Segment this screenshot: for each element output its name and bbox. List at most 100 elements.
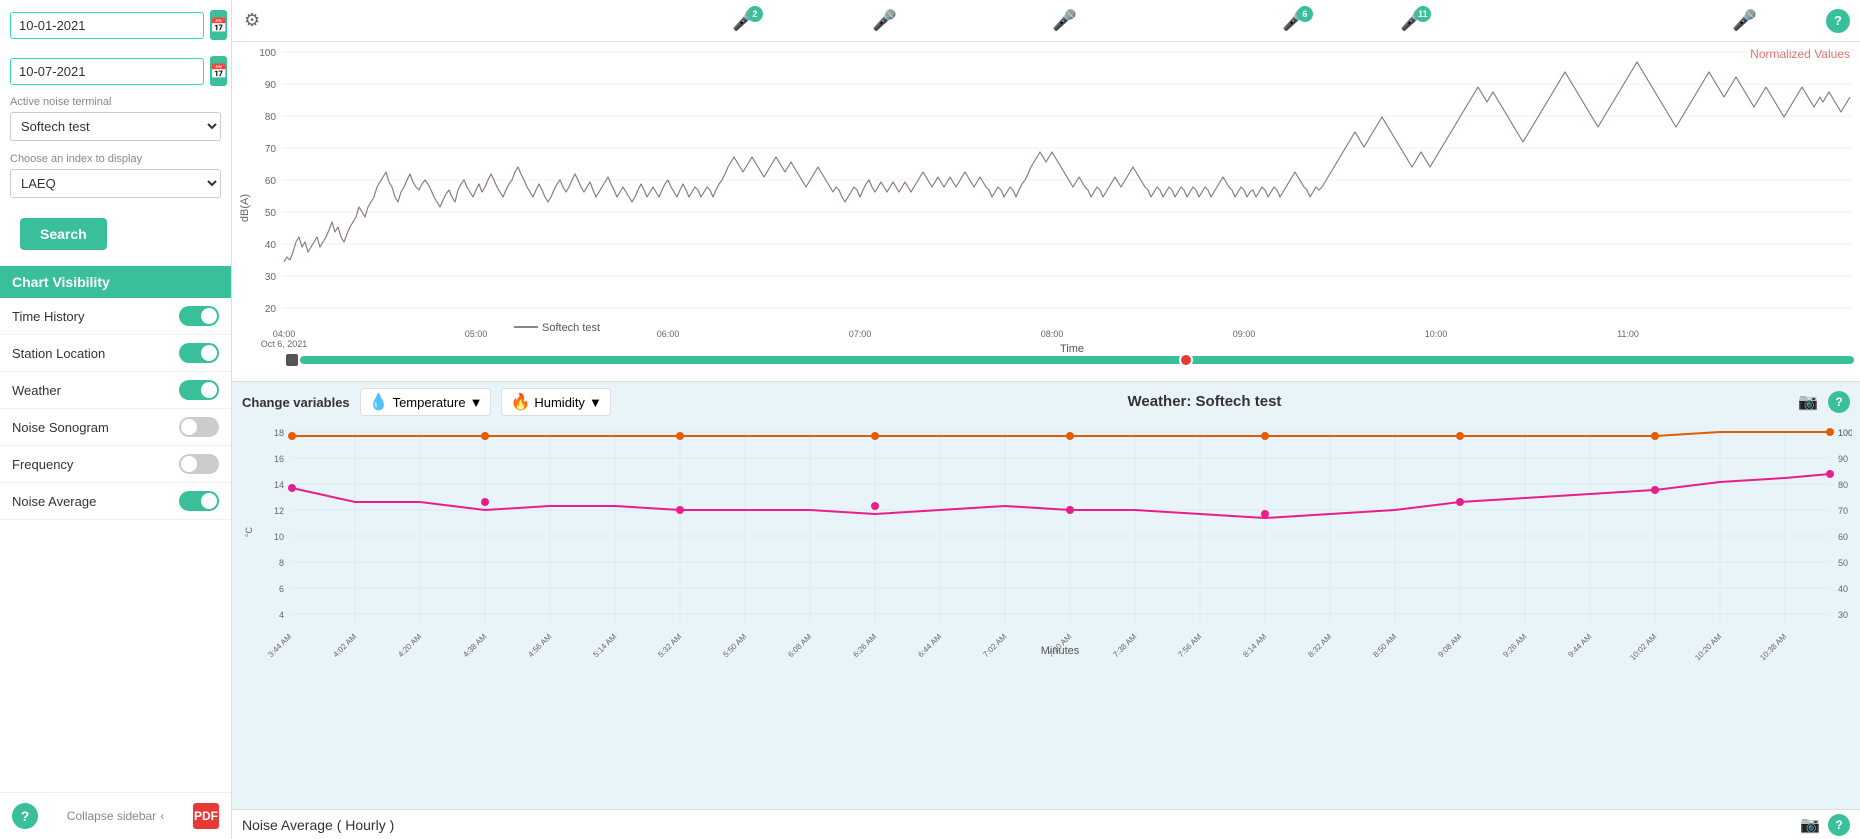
svg-text:80: 80 xyxy=(1838,480,1848,490)
svg-text:Oct 6, 2021: Oct 6, 2021 xyxy=(261,339,308,349)
date-end-input[interactable] xyxy=(10,58,204,85)
search-button[interactable]: Search xyxy=(20,218,107,250)
humidity-line xyxy=(292,432,1830,436)
time-history-section: Normalized Values dB(A) 100 90 80 70 60 xyxy=(232,42,1860,382)
mic-marker-4[interactable]: 🎤 6 xyxy=(1282,8,1307,33)
main-content: ⚙ 🎤 2 🎤 🎤 🎤 6 🎤 11 🎤 ? Norma xyxy=(232,0,1860,839)
range-handle-left[interactable] xyxy=(286,354,298,366)
toggle-row-weather: Weather xyxy=(0,372,231,409)
svg-text:7:38 AM: 7:38 AM xyxy=(1111,632,1138,659)
svg-text:50: 50 xyxy=(265,208,277,219)
mic-icon-2: 🎤 xyxy=(872,10,897,32)
weather-help-button[interactable]: ? xyxy=(1828,391,1850,413)
weather-title-container: Weather: Softech test xyxy=(621,393,1788,411)
toggle-time-history[interactable] xyxy=(179,306,219,326)
toggle-label-frequency: Frequency xyxy=(12,457,73,472)
svg-text:60: 60 xyxy=(1838,532,1848,542)
toggle-label-station-location: Station Location xyxy=(12,346,105,361)
svg-text:10:00: 10:00 xyxy=(1425,329,1448,339)
humidity-icon: 🔥 xyxy=(510,392,530,412)
svg-text:4:56 AM: 4:56 AM xyxy=(526,632,553,659)
svg-text:60: 60 xyxy=(265,176,277,187)
mic-marker-3[interactable]: 🎤 xyxy=(1052,8,1077,33)
mic-icon-4: 🎤 6 xyxy=(1282,10,1307,32)
weather-section: Change variables 💧 Temperature ▼ 🔥 Humid… xyxy=(232,382,1860,809)
legend-text: Softech test xyxy=(542,322,600,334)
date-end-calendar-btn[interactable]: 📅 xyxy=(210,56,227,86)
svg-text:7:02 AM: 7:02 AM xyxy=(981,632,1008,659)
toolbar-help-button[interactable]: ? xyxy=(1826,9,1850,33)
svg-text:6:26 AM: 6:26 AM xyxy=(851,632,878,659)
svg-text:20: 20 xyxy=(265,304,277,315)
y-axis: 100 90 80 70 60 50 40 30 20 xyxy=(259,48,1852,315)
x-axis: 04:00 Oct 6, 2021 05:00 06:00 07:00 08:0… xyxy=(261,329,1639,349)
mic-badge-1: 2 xyxy=(747,6,763,22)
toggle-row-noise-sonogram: Noise Sonogram xyxy=(0,409,231,446)
toggle-noise-average[interactable] xyxy=(179,491,219,511)
svg-text:7:56 AM: 7:56 AM xyxy=(1176,632,1203,659)
svg-text:16: 16 xyxy=(274,454,284,464)
weather-chart-area: 18 16 14 12 10 8 6 4 °C 100 90 80 70 60 … xyxy=(232,422,1860,809)
temperature-chevron-icon: ▼ xyxy=(470,395,483,410)
range-bar xyxy=(282,352,1860,368)
svg-text:10: 10 xyxy=(274,532,284,542)
svg-text:6: 6 xyxy=(279,584,284,594)
range-thumb[interactable] xyxy=(1179,353,1193,367)
mic-badge-5: 11 xyxy=(1415,6,1431,22)
temperature-line xyxy=(292,474,1830,518)
waveform-path xyxy=(284,62,1850,262)
pdf-button[interactable]: PDF xyxy=(193,803,219,829)
svg-text:6:44 AM: 6:44 AM xyxy=(916,632,943,659)
index-select[interactable]: LAEQ xyxy=(10,169,221,198)
active-terminal-select[interactable]: Softech test xyxy=(10,112,221,141)
mic-marker-6[interactable]: 🎤 xyxy=(1732,8,1757,33)
svg-text:90: 90 xyxy=(1838,454,1848,464)
toggle-row-noise-average: Noise Average xyxy=(0,483,231,520)
toggle-station-location[interactable] xyxy=(179,343,219,363)
time-label: Time xyxy=(1060,343,1084,352)
mic-marker-2[interactable]: 🎤 xyxy=(872,8,897,33)
toggle-row-station-location: Station Location xyxy=(0,335,231,372)
svg-text:6:08 AM: 6:08 AM xyxy=(786,632,813,659)
svg-text:3:44 AM: 3:44 AM xyxy=(266,632,293,659)
humidity-dropdown[interactable]: 🔥 Humidity ▼ xyxy=(501,388,610,416)
date-start-calendar-btn[interactable]: 📅 xyxy=(210,10,227,40)
svg-text:8:32 AM: 8:32 AM xyxy=(1306,632,1333,659)
mic-badge-4: 6 xyxy=(1297,6,1313,22)
index-label: Choose an index to display xyxy=(0,149,231,167)
weather-camera-button[interactable]: 📷 xyxy=(1798,392,1818,412)
svg-text:10:20 AM: 10:20 AM xyxy=(1693,632,1724,662)
humidity-label: Humidity xyxy=(534,395,585,410)
svg-text:09:00: 09:00 xyxy=(1233,329,1256,339)
weather-header: Change variables 💧 Temperature ▼ 🔥 Humid… xyxy=(232,382,1860,422)
toggle-frequency[interactable] xyxy=(179,454,219,474)
svg-text:40: 40 xyxy=(265,240,277,251)
toggle-noise-sonogram[interactable] xyxy=(179,417,219,437)
date-start-row: 📅 xyxy=(0,0,231,46)
collapse-sidebar-button[interactable]: Collapse sidebar ‹ xyxy=(67,809,164,823)
svg-text:10:38 AM: 10:38 AM xyxy=(1758,632,1789,662)
date-start-input[interactable] xyxy=(10,12,204,39)
svg-text:5:50 AM: 5:50 AM xyxy=(721,632,748,659)
svg-text:07:00: 07:00 xyxy=(849,329,872,339)
help-button[interactable]: ? xyxy=(12,803,38,829)
svg-text:30: 30 xyxy=(265,272,277,283)
top-toolbar: ⚙ 🎤 2 🎤 🎤 🎤 6 🎤 11 🎤 ? xyxy=(232,0,1860,42)
svg-text:30: 30 xyxy=(1838,610,1848,620)
noise-avg-help-button[interactable]: ? xyxy=(1828,814,1850,836)
mic-marker-5[interactable]: 🎤 11 xyxy=(1400,8,1425,33)
svg-text:06:00: 06:00 xyxy=(657,329,680,339)
date-end-row: 📅 xyxy=(0,46,231,92)
mic-marker-1[interactable]: 🎤 2 xyxy=(732,8,757,33)
noise-avg-camera-button[interactable]: 📷 xyxy=(1800,815,1820,835)
temperature-label: Temperature xyxy=(393,395,466,410)
temperature-dropdown[interactable]: 💧 Temperature ▼ xyxy=(360,388,492,416)
toggle-label-time-history: Time History xyxy=(12,309,84,324)
svg-text:12: 12 xyxy=(274,506,284,516)
svg-text:8:50 AM: 8:50 AM xyxy=(1371,632,1398,659)
toggle-weather[interactable] xyxy=(179,380,219,400)
gear-button[interactable]: ⚙ xyxy=(240,6,264,35)
svg-text:04:00: 04:00 xyxy=(273,329,296,339)
weather-x-label: Minutes xyxy=(1041,645,1080,657)
active-terminal-label: Active noise terminal xyxy=(0,92,231,110)
